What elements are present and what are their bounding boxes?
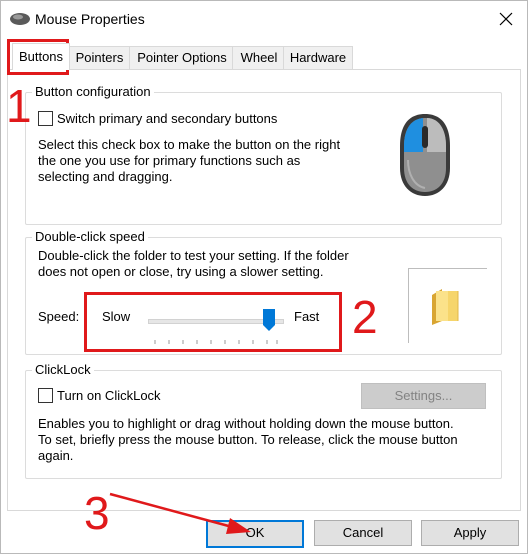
cancel-button-label: Cancel xyxy=(342,525,384,540)
speed-label: Speed: xyxy=(38,309,80,324)
tab-label: Pointers xyxy=(75,50,124,65)
double-click-speed-legend: Double-click speed xyxy=(32,229,148,245)
tab-hardware[interactable]: Hardware xyxy=(283,46,353,69)
button-configuration-legend: Button configuration xyxy=(32,84,154,100)
apply-button-label: Apply xyxy=(453,525,487,540)
mouse-icon xyxy=(9,11,31,27)
double-click-desc-line-1: Double-click the folder to test your set… xyxy=(38,248,349,263)
test-folder-area[interactable] xyxy=(408,268,487,343)
settings-button[interactable]: Settings... xyxy=(361,383,486,409)
tab-label: Wheel xyxy=(240,50,278,65)
close-button[interactable] xyxy=(491,5,521,33)
tab-wheel[interactable]: Wheel xyxy=(232,46,286,69)
clicklock-desc-line-3: again. xyxy=(38,448,74,463)
tab-label: Pointer Options xyxy=(137,50,227,65)
switch-buttons-label[interactable]: Switch primary and secondary buttons xyxy=(57,111,277,126)
annotation-step-2: 2 xyxy=(352,291,378,343)
clicklock-desc-line-2: To set, briefly press the mouse button. … xyxy=(38,432,458,447)
tab-pointers[interactable]: Pointers xyxy=(67,46,132,69)
cancel-button[interactable]: Cancel xyxy=(314,520,412,546)
mouse-illustration-icon xyxy=(396,112,454,201)
clicklock-legend: ClickLock xyxy=(32,362,94,378)
tab-label: Buttons xyxy=(18,49,64,64)
annotation-arrow xyxy=(108,490,254,543)
folder-icon[interactable] xyxy=(428,287,462,328)
annotation-step-3: 3 xyxy=(84,487,110,539)
tab-label: Hardware xyxy=(289,50,347,65)
button-config-desc-line-2: the one you use for primary functions su… xyxy=(38,153,301,168)
close-icon xyxy=(499,12,513,26)
title-bar: Mouse Properties xyxy=(1,1,527,37)
apply-button[interactable]: Apply xyxy=(421,520,519,546)
window-title: Mouse Properties xyxy=(35,11,145,27)
settings-button-label: Settings... xyxy=(394,388,453,403)
clicklock-checkbox[interactable] xyxy=(38,388,53,403)
tab-buttons[interactable]: Buttons xyxy=(12,43,70,70)
clicklock-desc-line-1: Enables you to highlight or drag without… xyxy=(38,416,454,431)
annotation-box-speed xyxy=(84,292,342,352)
tab-pointer-options[interactable]: Pointer Options xyxy=(129,46,235,69)
button-config-desc-line-1: Select this check box to make the button… xyxy=(38,137,341,152)
annotation-step-1: 1 xyxy=(6,80,32,132)
clicklock-label[interactable]: Turn on ClickLock xyxy=(57,388,161,403)
button-config-desc-line-3: selecting and dragging. xyxy=(38,169,173,184)
switch-buttons-checkbox[interactable] xyxy=(38,111,53,126)
double-click-desc-line-2: does not open or close, try using a slow… xyxy=(38,264,324,279)
